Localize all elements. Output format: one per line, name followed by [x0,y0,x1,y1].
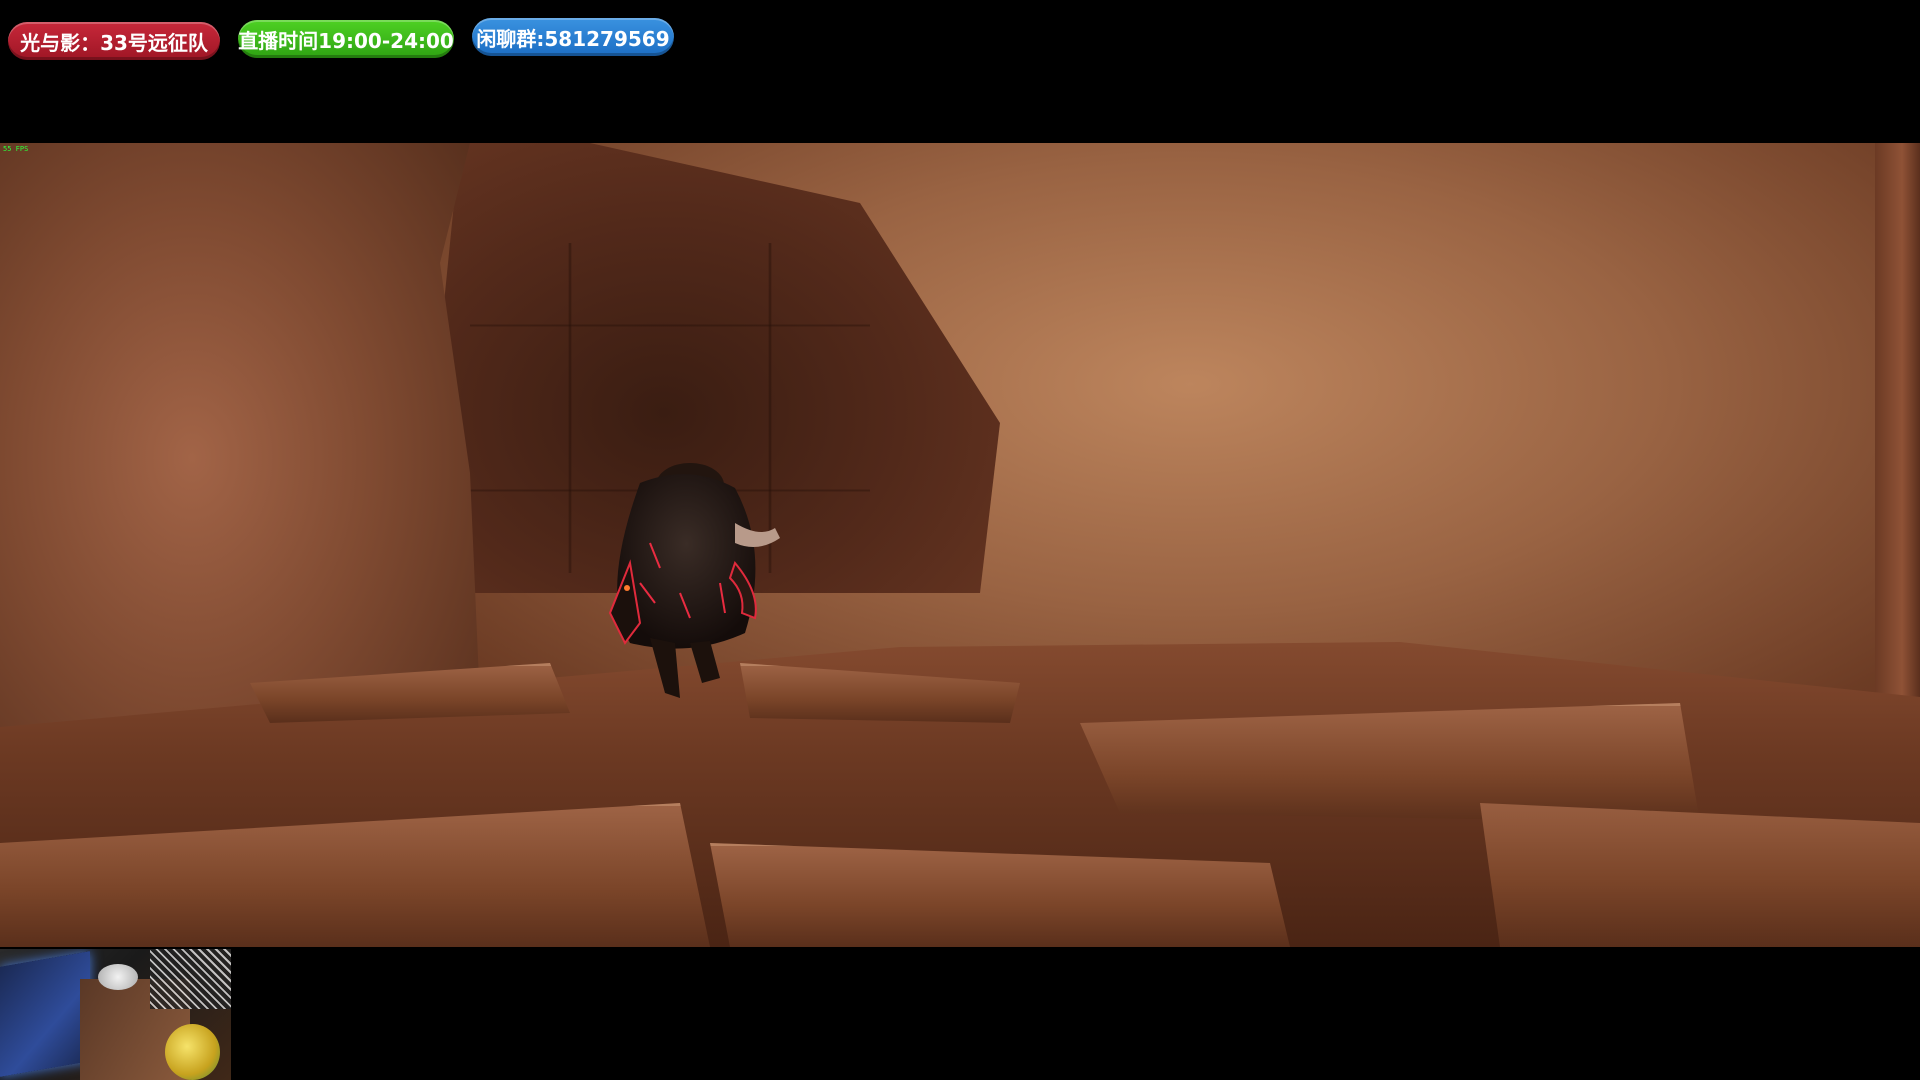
mouse-pad-image [150,949,231,1009]
chat-group-badge: 闲聊群:581279569 [472,18,674,56]
game-title-badge: 光与影：33号远征队 [8,22,220,60]
player-character [608,463,780,698]
figurine-image [98,964,138,990]
game-viewport[interactable]: 55 FPS [0,143,1920,947]
fps-counter: 55 FPS [3,145,29,153]
keyboard-image [0,951,90,1077]
stone-slab [1080,703,1700,823]
stream-layout: 光与影：33号远征队 直播时间19:00-24:00 闲聊群:581279569 [0,0,1920,1080]
plush-toy-image [165,1024,220,1080]
stream-schedule-badge: 直播时间19:00-24:00 [238,20,454,58]
stream-info-badges: 光与影：33号远征队 直播时间19:00-24:00 闲聊群:581279569 [8,18,674,60]
webcam-feed [0,949,231,1080]
rock-pillar-right [1875,143,1920,763]
